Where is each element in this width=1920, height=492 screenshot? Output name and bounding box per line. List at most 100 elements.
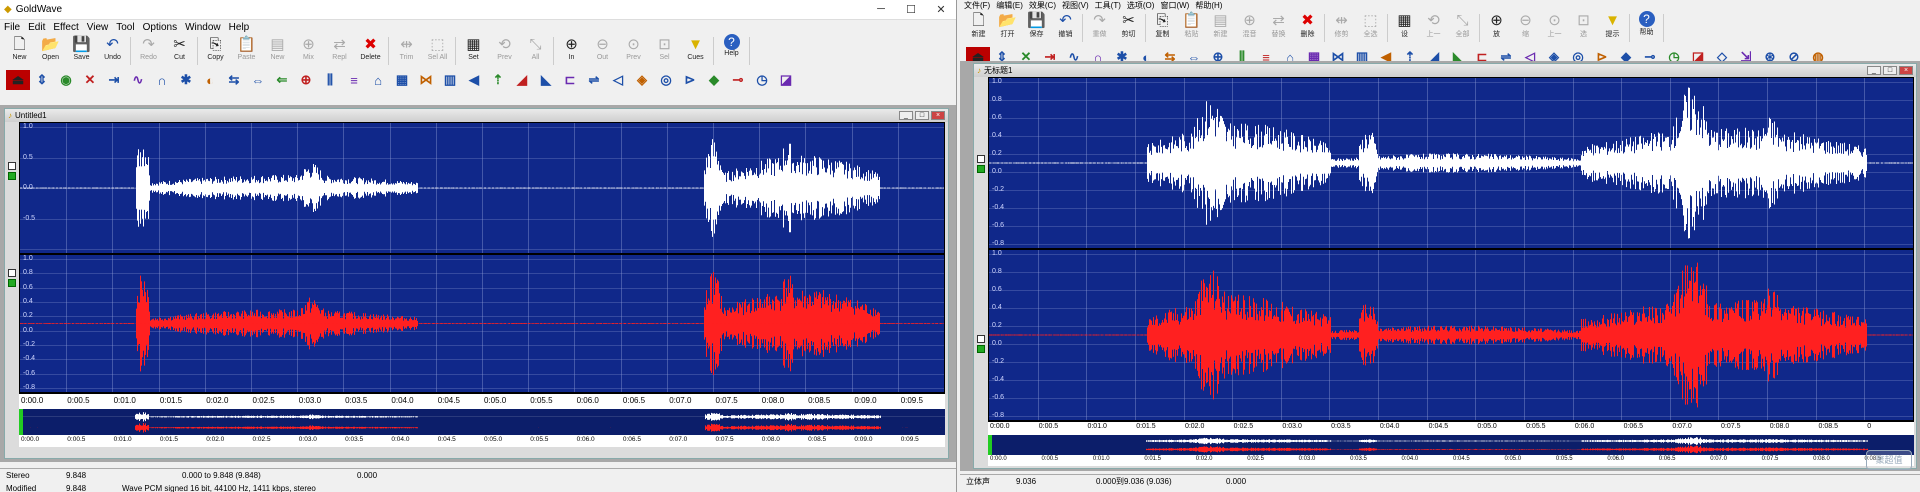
menu-item-0[interactable]: 文件(F) bbox=[964, 0, 990, 11]
toolbar-button-3[interactable]: ↶ 撤销 bbox=[1051, 11, 1080, 39]
toolbar-button-17[interactable]: ⊕ In bbox=[556, 34, 587, 68]
toolbar-button-6[interactable]: ⎘ Copy bbox=[200, 34, 231, 68]
toolbar-button-13[interactable]: ⬚ 全选 bbox=[1356, 11, 1385, 39]
effect-button-7[interactable]: ✱ bbox=[174, 70, 198, 90]
effect-button-17[interactable]: ⋈ bbox=[414, 70, 438, 90]
toolbar-button-14[interactable]: ▦ Set bbox=[458, 34, 489, 68]
effect-button-8[interactable]: ◐ bbox=[198, 70, 222, 90]
toolbar-button-8[interactable]: ▤ 新建 bbox=[1206, 11, 1235, 39]
menu-item-6[interactable]: 窗口(W) bbox=[1160, 0, 1189, 11]
toolbar-button-6[interactable]: ⎘ 复制 bbox=[1148, 11, 1177, 39]
left-channel-box[interactable] bbox=[977, 155, 985, 163]
minimize-button[interactable]: ─ bbox=[866, 3, 896, 16]
effect-button-27[interactable]: ◎ bbox=[654, 70, 678, 90]
toolbar-button-1[interactable]: 📂 Open bbox=[35, 34, 66, 68]
menu-item-6[interactable]: Window bbox=[185, 22, 221, 33]
time-ruler[interactable]: 0:00.0 0:00.5 0:01.0 0:01.5 0:02.0 0:02.5 0:03… bbox=[988, 421, 1914, 435]
child-minimize-button[interactable]: _ bbox=[1867, 66, 1881, 75]
effect-button-32[interactable]: ◪ bbox=[774, 70, 798, 90]
effect-button-15[interactable]: ⌂ bbox=[366, 70, 390, 90]
toolbar-button-20[interactable]: ⊡ Sel bbox=[649, 34, 680, 68]
effect-button-23[interactable]: ⊏ bbox=[558, 70, 582, 90]
toolbar-button-3[interactable]: ↶ Undo bbox=[97, 34, 128, 68]
toolbar-button-0[interactable]: 🗋 New bbox=[4, 34, 35, 68]
effect-button-30[interactable]: ⊸ bbox=[726, 70, 750, 90]
status-selection[interactable]: 0.000到9.036 (9.036) bbox=[1096, 476, 1226, 487]
toolbar-button-5[interactable]: ✂ 剪切 bbox=[1114, 11, 1143, 39]
maximize-button[interactable]: ☐ bbox=[896, 3, 926, 16]
time-ruler[interactable]: 0:00.0 0:00.5 0:01.0 0:01.5 0:02.0 0:02.5 0:03… bbox=[19, 393, 945, 409]
status-position[interactable]: 0.000 bbox=[357, 471, 417, 480]
effect-button-12[interactable]: ⊕ bbox=[294, 70, 318, 90]
right-channel-box[interactable] bbox=[8, 269, 16, 277]
close-button[interactable]: ✕ bbox=[926, 3, 956, 16]
effect-button-29[interactable]: ◆ bbox=[702, 70, 726, 90]
effect-button-19[interactable]: ◀ bbox=[462, 70, 486, 90]
overview-waveform[interactable] bbox=[988, 435, 1914, 455]
menu-item-7[interactable]: Help bbox=[229, 22, 250, 33]
effect-button-6[interactable]: ∩ bbox=[150, 70, 174, 90]
effect-button-13[interactable]: ⫼ bbox=[318, 70, 342, 90]
toolbar-button-7[interactable]: 📋 粘贴 bbox=[1177, 11, 1206, 39]
toolbar-button-10[interactable]: ⇄ Repl bbox=[324, 34, 355, 68]
left-channel-waveform[interactable]: 1.0 0.8 0.6 0.4 0.2 0.0 -0.2 -0.4 -0.6 -0.8 bbox=[988, 77, 1914, 249]
right-channel-waveform[interactable]: 1.0 0.8 0.6 0.4 0.2 0.0 -0.2 -0.4 -0.6 -0.8 bbox=[988, 249, 1914, 421]
toolbar-button-1[interactable]: 📂 打开 bbox=[993, 11, 1022, 39]
toolbar-button-8[interactable]: ▤ New bbox=[262, 34, 293, 68]
effect-button-10[interactable]: ⇔ bbox=[246, 70, 270, 90]
toolbar-button-9[interactable]: ⊕ 混音 bbox=[1235, 11, 1264, 39]
menu-item-4[interactable]: Tool bbox=[116, 22, 134, 33]
right-channel-waveform[interactable]: 1.0 0.8 0.6 0.4 0.2 0.0 -0.2 -0.4 -0.6 -0.8 bbox=[19, 254, 945, 393]
effect-button-22[interactable]: ◣ bbox=[534, 70, 558, 90]
effect-button-28[interactable]: ⊳ bbox=[678, 70, 702, 90]
toolbar-button-7[interactable]: 📋 Paste bbox=[231, 34, 262, 68]
status-selection[interactable]: 0.000 to 9.848 (9.848) bbox=[182, 471, 357, 480]
toolbar-button-4[interactable]: ↷ Redo bbox=[133, 34, 164, 68]
left-channel-box[interactable] bbox=[8, 162, 16, 170]
menu-item-7[interactable]: 帮助(H) bbox=[1195, 0, 1222, 11]
toolbar-button-15[interactable]: ⟲ Prev bbox=[489, 34, 520, 68]
toolbar-button-14[interactable]: ▦ 设 bbox=[1390, 11, 1419, 39]
toolbar-button-18[interactable]: ⊖ Out bbox=[587, 34, 618, 68]
menu-item-4[interactable]: 工具(T) bbox=[1095, 0, 1121, 11]
child-maximize-button[interactable]: □ bbox=[1883, 66, 1897, 75]
menu-item-3[interactable]: View bbox=[87, 22, 109, 33]
child-close-button[interactable]: × bbox=[1899, 66, 1913, 75]
menu-item-5[interactable]: Options bbox=[143, 22, 177, 33]
toolbar-button-16[interactable]: ⤡ All bbox=[520, 34, 551, 68]
effect-button-18[interactable]: ▥ bbox=[438, 70, 462, 90]
child-minimize-button[interactable]: _ bbox=[899, 111, 913, 120]
effect-button-24[interactable]: ⇌ bbox=[582, 70, 606, 90]
toolbar-button-20[interactable]: ⊡ 选 bbox=[1569, 11, 1598, 39]
toolbar-button-19[interactable]: ⊙ 上一 bbox=[1540, 11, 1569, 39]
effect-button-5[interactable]: ∿ bbox=[126, 70, 150, 90]
child-close-button[interactable]: × bbox=[931, 111, 945, 120]
overview-waveform[interactable] bbox=[19, 409, 945, 435]
menu-item-1[interactable]: 编辑(E) bbox=[996, 0, 1023, 11]
effect-button-16[interactable]: ▦ bbox=[390, 70, 414, 90]
effect-button-2[interactable]: ◉ bbox=[54, 70, 78, 90]
menu-item-1[interactable]: Edit bbox=[28, 22, 45, 33]
menu-item-2[interactable]: 效果(C) bbox=[1029, 0, 1056, 11]
left-channel-enable-checkbox[interactable] bbox=[8, 172, 16, 180]
toolbar-button-17[interactable]: ⊕ 放 bbox=[1482, 11, 1511, 39]
toolbar-button-11[interactable]: ✖ Delete bbox=[355, 34, 386, 68]
effect-button-14[interactable]: ≡ bbox=[342, 70, 366, 90]
effect-button-9[interactable]: ⇆ bbox=[222, 70, 246, 90]
toolbar-button-13[interactable]: ⬚ Sel All bbox=[422, 34, 453, 68]
status-position[interactable]: 0.000 bbox=[1226, 477, 1286, 486]
menu-item-3[interactable]: 视图(V) bbox=[1062, 0, 1089, 11]
right-channel-enable-checkbox[interactable] bbox=[8, 279, 16, 287]
toolbar-button-2[interactable]: 💾 Save bbox=[66, 34, 97, 68]
toolbar-button-21[interactable]: ▼ Cues bbox=[680, 34, 711, 68]
effect-button-0[interactable]: ⏏ bbox=[6, 70, 30, 90]
right-channel-box[interactable] bbox=[977, 335, 985, 343]
toolbar-button-22[interactable]: ? Help bbox=[716, 34, 747, 68]
toolbar-button-15[interactable]: ⟲ 上一 bbox=[1419, 11, 1448, 39]
toolbar-button-12[interactable]: ⇹ Trim bbox=[391, 34, 422, 68]
effect-button-11[interactable]: ⇐ bbox=[270, 70, 294, 90]
toolbar-button-10[interactable]: ⇄ 替换 bbox=[1264, 11, 1293, 39]
left-channel-enable-checkbox[interactable] bbox=[977, 165, 985, 173]
toolbar-button-19[interactable]: ⊙ Prev bbox=[618, 34, 649, 68]
effect-button-26[interactable]: ◈ bbox=[630, 70, 654, 90]
